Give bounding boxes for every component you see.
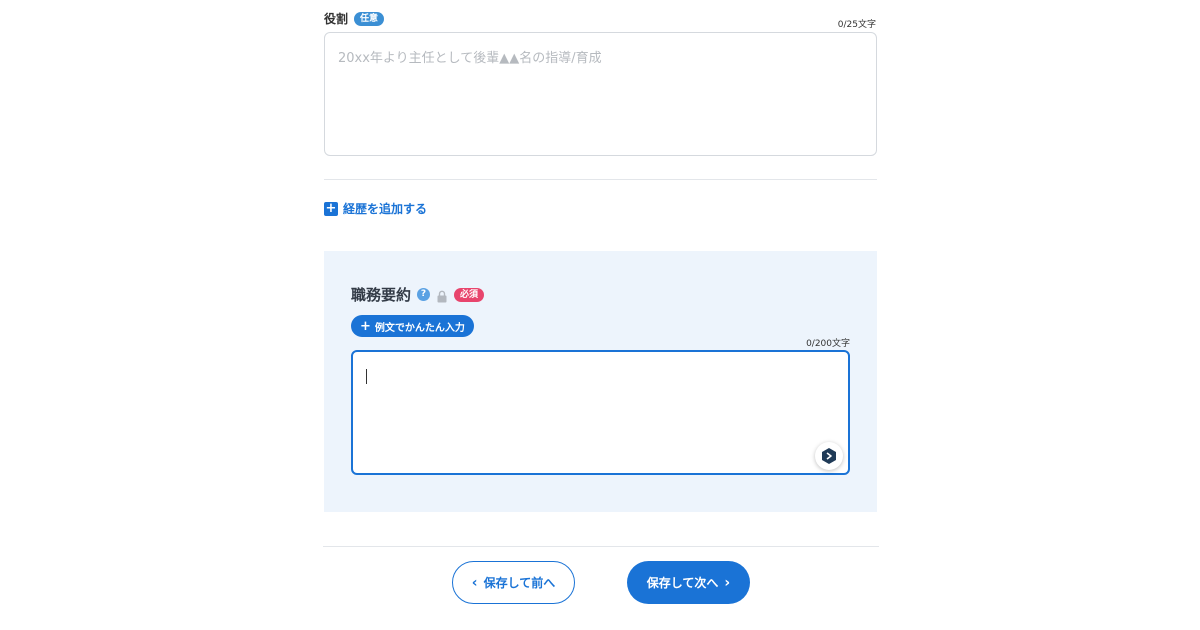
- question-icon[interactable]: ?: [417, 288, 431, 301]
- chevron-left-icon: ‹: [471, 574, 478, 591]
- lock-icon: [436, 288, 448, 303]
- job-summary-panel: 職務要約 ? 必須 + 例文でかんたん入力 0/200文字: [324, 251, 877, 512]
- text-caret: [366, 369, 367, 384]
- role-textarea[interactable]: 20xx年より主任として後輩▲▲名の指導/育成: [324, 32, 877, 156]
- example-input-button[interactable]: + 例文でかんたん入力: [351, 315, 474, 337]
- add-career-link[interactable]: + 経歴を追加する: [324, 200, 427, 217]
- plus-square-icon: +: [324, 200, 338, 216]
- role-placeholder: 20xx年より主任として後輩▲▲名の指導/育成: [338, 51, 602, 66]
- chevron-right-icon: ›: [724, 574, 731, 591]
- summary-char-counter: 0/200文字: [806, 339, 850, 349]
- save-next-label: 保存して次へ: [646, 576, 719, 590]
- resume-edit-page: 役割 任意 0/25文字 20xx年より主任として後輩▲▲名の指導/育成 + 経…: [0, 0, 1200, 630]
- required-badge: 必須: [454, 287, 485, 302]
- ai-assist-icon[interactable]: [815, 442, 843, 470]
- section-divider: [324, 179, 877, 180]
- summary-title: 職務要約: [351, 286, 412, 304]
- save-next-button[interactable]: 保存して次へ ›: [627, 561, 750, 604]
- save-prev-label: 保存して前へ: [483, 576, 556, 590]
- summary-header: 職務要約 ? 必須: [351, 284, 485, 305]
- optional-badge: 任意: [354, 11, 385, 26]
- save-prev-button[interactable]: ‹ 保存して前へ: [452, 561, 575, 604]
- role-label: 役割: [324, 12, 349, 26]
- summary-textarea[interactable]: [351, 350, 850, 475]
- role-label-row: 役割 任意: [324, 10, 385, 27]
- add-career-label: 経歴を追加する: [343, 202, 428, 216]
- footer-divider: [323, 546, 879, 547]
- plus-icon: +: [360, 318, 371, 334]
- role-char-counter: 0/25文字: [837, 20, 876, 30]
- example-input-label: 例文でかんたん入力: [374, 322, 465, 334]
